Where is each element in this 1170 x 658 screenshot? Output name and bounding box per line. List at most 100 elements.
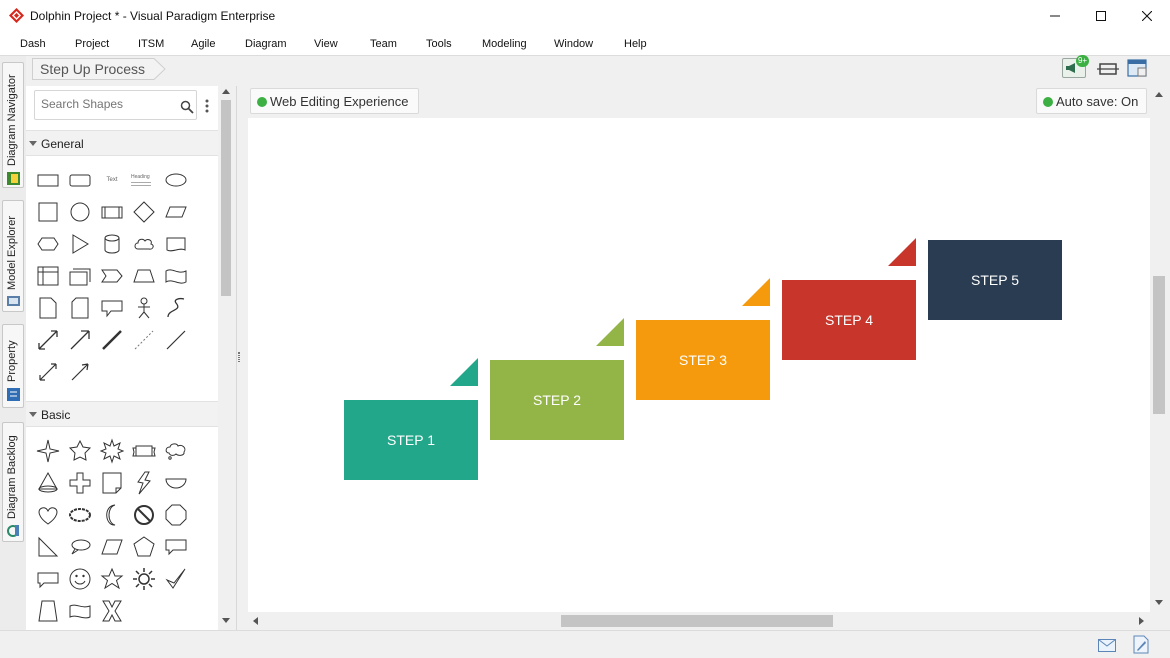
menu-dash[interactable]: Dash: [20, 38, 46, 50]
star-icon[interactable]: [99, 566, 125, 592]
palette-scrollbar[interactable]: [218, 86, 234, 630]
tab-diagram-navigator[interactable]: Diagram Navigator: [2, 62, 24, 188]
diamond-shape-icon[interactable]: [131, 199, 157, 225]
slanted-parallelogram-icon[interactable]: [99, 534, 125, 560]
parallelogram-shape-icon[interactable]: [163, 199, 189, 225]
no-symbol-icon[interactable]: [131, 502, 157, 528]
step-4-box[interactable]: STEP 4: [782, 280, 916, 360]
menu-diagram[interactable]: Diagram: [245, 38, 287, 50]
step-3-box[interactable]: STEP 3: [636, 320, 770, 400]
moon-icon[interactable]: [99, 502, 125, 528]
lightning-icon[interactable]: [131, 470, 157, 496]
chevron-shape-icon[interactable]: [99, 263, 125, 289]
tall-trapezoid-icon[interactable]: [35, 598, 61, 624]
cloud-shape-icon[interactable]: [131, 231, 157, 257]
cone-icon[interactable]: [35, 470, 61, 496]
scroll-down-icon[interactable]: [222, 618, 230, 624]
document-shape-icon[interactable]: [163, 231, 189, 257]
scalloped-oval-icon[interactable]: [67, 502, 93, 528]
tab-property[interactable]: Property: [2, 324, 24, 408]
menu-tools[interactable]: Tools: [426, 38, 452, 50]
square-shape-icon[interactable]: [35, 199, 61, 225]
step-2-box[interactable]: STEP 2: [490, 360, 624, 440]
canvas-horizontal-scrollbar[interactable]: [248, 612, 1150, 630]
x-shape-icon[interactable]: [99, 598, 125, 624]
rounded-rectangle-shape-icon[interactable]: [67, 167, 93, 193]
search-input[interactable]: [41, 97, 176, 111]
menu-agile[interactable]: Agile: [191, 38, 215, 50]
card-stack-shape-icon[interactable]: [67, 263, 93, 289]
double-arrow-line-icon[interactable]: [35, 359, 61, 385]
close-button[interactable]: [1124, 0, 1170, 32]
arrow-up-right-icon[interactable]: [67, 327, 93, 353]
maximize-button[interactable]: [1078, 0, 1124, 32]
canvas-vscroll-thumb[interactable]: [1153, 276, 1165, 414]
banner-icon[interactable]: [131, 438, 157, 464]
search-icon[interactable]: [180, 100, 194, 114]
search-shapes-box[interactable]: [34, 90, 197, 120]
octagon-icon[interactable]: [163, 502, 189, 528]
oval-callout-icon[interactable]: [67, 534, 93, 560]
tab-model-explorer[interactable]: Model Explorer: [2, 200, 24, 312]
actor-shape-icon[interactable]: [131, 295, 157, 321]
curve-connector-icon[interactable]: [163, 295, 189, 321]
text-shape-icon[interactable]: Text: [99, 167, 125, 193]
scroll-right-icon[interactable]: [1139, 617, 1145, 625]
fit-diagram-icon[interactable]: [1097, 60, 1119, 78]
hexagon-shape-icon[interactable]: [35, 231, 61, 257]
menu-modeling[interactable]: Modeling: [482, 38, 527, 50]
four-point-star-icon[interactable]: [35, 438, 61, 464]
scroll-up-icon[interactable]: [1155, 92, 1163, 98]
step-5-box[interactable]: STEP 5: [928, 240, 1062, 320]
note-page-shape-icon[interactable]: [35, 295, 61, 321]
diagram-canvas[interactable]: STEP 1 STEP 2 STEP 3 STEP 4 STEP 5: [248, 118, 1150, 612]
layout-panel-icon[interactable]: [1127, 59, 1149, 79]
callout-shape-icon[interactable]: [99, 295, 125, 321]
scroll-left-icon[interactable]: [253, 617, 259, 625]
cloud-callout-icon[interactable]: [163, 438, 189, 464]
menu-itsm[interactable]: ITSM: [138, 38, 164, 50]
step-1-box[interactable]: STEP 1: [344, 400, 478, 480]
heading-shape-icon[interactable]: Heading: [131, 167, 157, 193]
burst-icon[interactable]: [99, 438, 125, 464]
mail-icon[interactable]: [1098, 639, 1116, 652]
menu-view[interactable]: View: [314, 38, 338, 50]
palette-scroll-thumb[interactable]: [221, 100, 231, 296]
cylinder-shape-icon[interactable]: [99, 231, 125, 257]
canvas-hscroll-thumb[interactable]: [561, 615, 833, 627]
menu-project[interactable]: Project: [75, 38, 109, 50]
cross-icon[interactable]: [67, 470, 93, 496]
dashed-line-icon[interactable]: [131, 327, 157, 353]
ellipse-shape-icon[interactable]: [163, 167, 189, 193]
five-point-star-outline-icon[interactable]: [67, 438, 93, 464]
heart-icon[interactable]: [35, 502, 61, 528]
checkmark-icon[interactable]: [163, 566, 189, 592]
announcements-button[interactable]: 9+: [1062, 55, 1089, 78]
tab-diagram-backlog[interactable]: Diagram Backlog: [2, 422, 24, 542]
pentagon-icon[interactable]: [131, 534, 157, 560]
palette-menu-icon[interactable]: [204, 98, 210, 114]
rect-callout-icon[interactable]: [163, 534, 189, 560]
smiley-icon[interactable]: [67, 566, 93, 592]
speech-callout-icon[interactable]: [35, 566, 61, 592]
sun-icon[interactable]: [131, 566, 157, 592]
rectangle-shape-icon[interactable]: [35, 167, 61, 193]
canvas-vertical-scrollbar[interactable]: [1150, 86, 1168, 612]
menu-team[interactable]: Team: [370, 38, 397, 50]
process-shape-icon[interactable]: [99, 199, 125, 225]
thick-line-icon[interactable]: [99, 327, 125, 353]
scroll-up-icon[interactable]: [222, 89, 230, 95]
double-wave-icon[interactable]: [67, 598, 93, 624]
section-basic-header[interactable]: Basic: [26, 401, 218, 427]
triangle-shape-icon[interactable]: [67, 231, 93, 257]
note-icon[interactable]: [1133, 635, 1149, 654]
scroll-down-icon[interactable]: [1155, 600, 1163, 606]
right-triangle-icon[interactable]: [35, 534, 61, 560]
menu-help[interactable]: Help: [624, 38, 647, 50]
table-shape-icon[interactable]: [35, 263, 61, 289]
minimize-button[interactable]: [1032, 0, 1078, 32]
autosave-indicator[interactable]: Auto save: On: [1036, 88, 1147, 114]
web-editing-toggle[interactable]: Web Editing Experience: [250, 88, 419, 114]
half-circle-icon[interactable]: [163, 470, 189, 496]
wave-shape-icon[interactable]: [163, 263, 189, 289]
